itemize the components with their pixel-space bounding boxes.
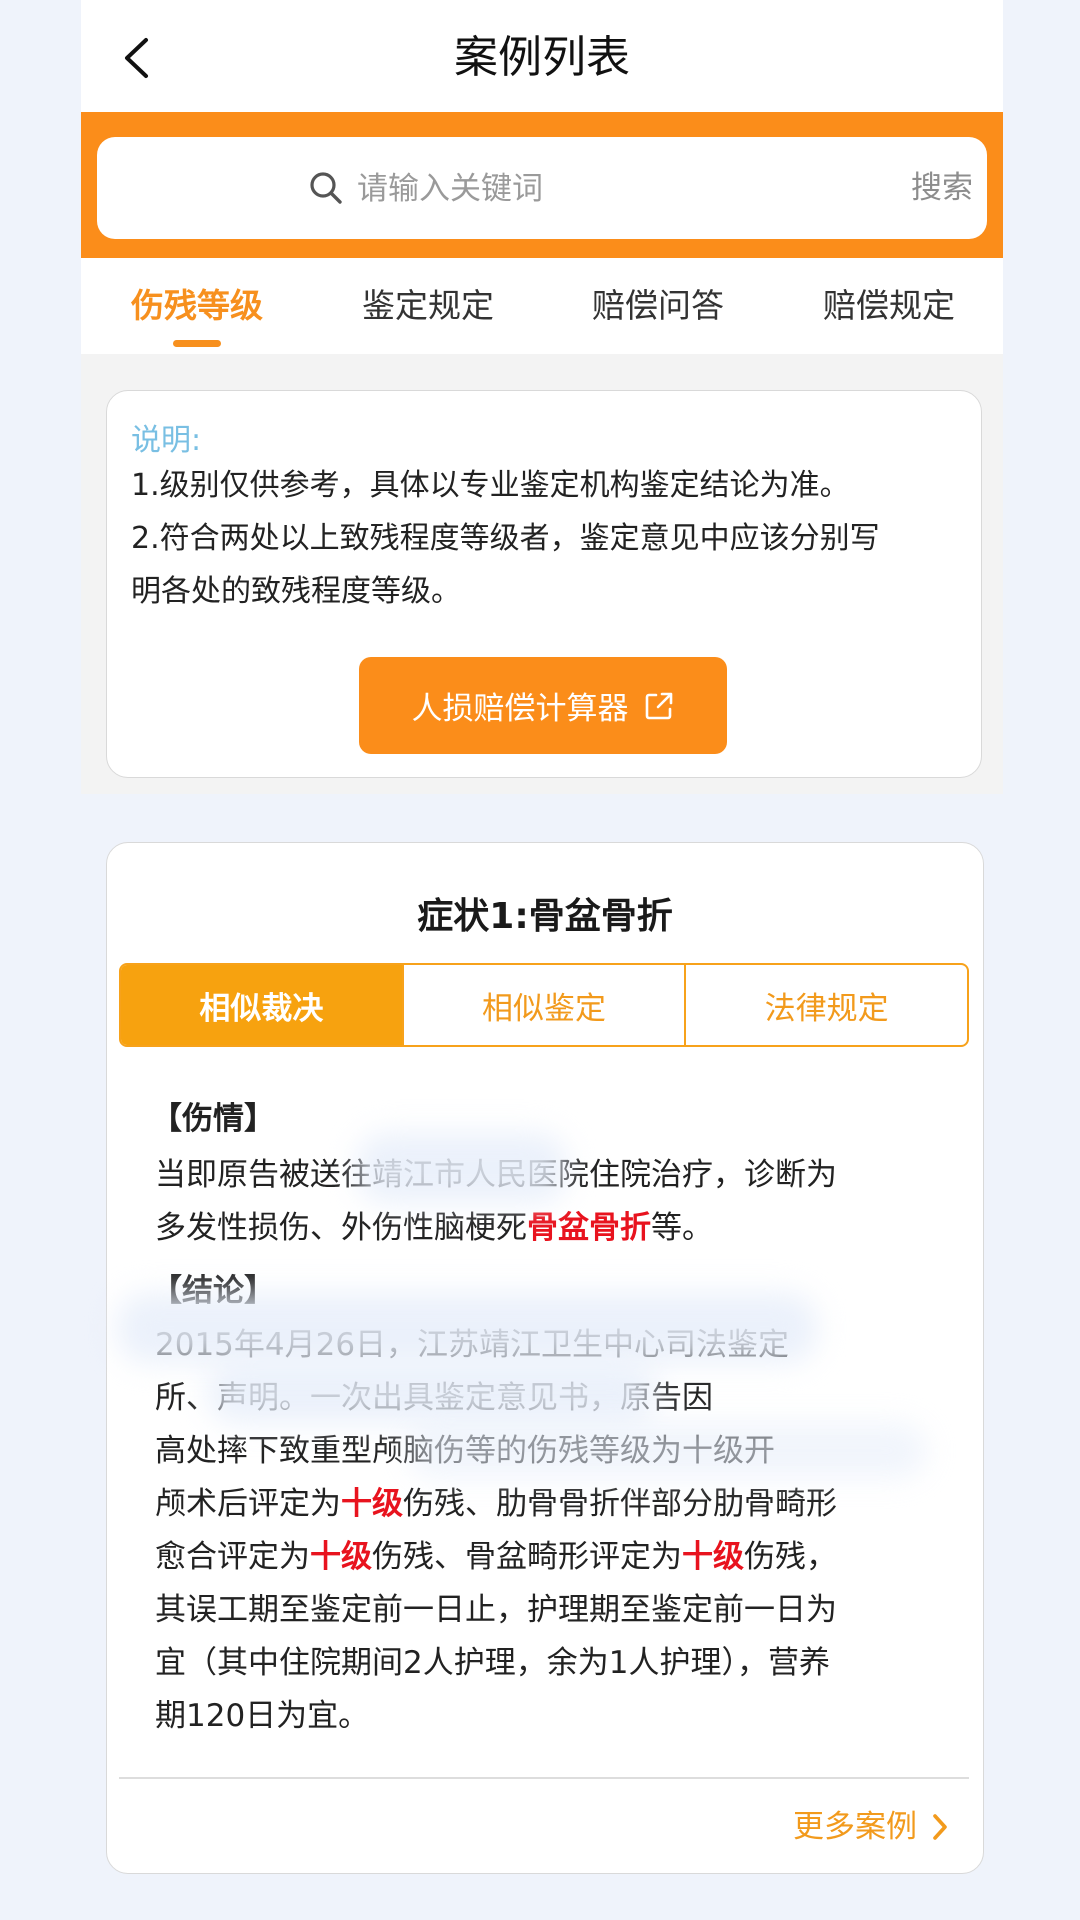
case-segment-control: 相似裁决 相似鉴定 法律规定 [119,963,969,1047]
category-tabs: 伤残等级 鉴定规定 赔偿问答 赔偿规定 [81,258,1003,354]
app-column: 案例列表 搜索 伤残等级 鉴定规定 赔偿问答 赔偿规定 说明: 1.级别仅供参考… [81,0,1003,1920]
nav-header: 案例列表 [81,0,1003,112]
page: 案例列表 搜索 伤残等级 鉴定规定 赔偿问答 赔偿规定 说明: 1.级别仅供参考… [0,0,1080,1920]
injury-heading: 【伤情】 [151,1101,275,1137]
conclusion-line-4: 颅术后评定为十级伤残、肋骨骨折伴部分肋骨畸形 [155,1478,945,1531]
notice-line-2a: 2.符合两处以上致残程度等级者，鉴定意见中应该分别写 [131,521,880,556]
highlight-grade: 十级 [341,1486,403,1522]
chevron-right-icon [933,1814,947,1840]
conclusion-line-5: 愈合评定为十级伤残、骨盆畸形评定为十级伤残， [155,1531,945,1584]
conclusion-text: 愈合评定为 [155,1539,310,1575]
compensation-calculator-button[interactable]: 人损赔偿计算器 [359,657,727,754]
search-button[interactable]: 搜索 [911,161,973,215]
segment-legal-rules[interactable]: 法律规定 [684,965,967,1045]
privacy-blur [207,1363,657,1423]
conclusion-text: 伤残， [744,1539,837,1575]
highlight-grade: 十级 [682,1539,744,1575]
search-box: 搜索 [97,137,987,239]
conclusion-text: 伤残、肋骨骨折伴部分肋骨畸形 [403,1486,837,1522]
notice-line-1: 1.级别仅供参考，具体以专业鉴定机构鉴定结论为准。 [131,468,850,503]
injury-line-2: 多发性损伤、外伤性脑梗死骨盆骨折等。 [155,1202,945,1255]
more-cases-label: 更多案例 [793,1809,917,1845]
tab-disability-grade[interactable]: 伤残等级 [97,284,297,328]
case-title: 症状1:骨盆骨折 [417,896,673,937]
more-cases-link[interactable]: 更多案例 [793,1803,949,1851]
search-band: 搜索 [81,112,1003,258]
tab-active-indicator [173,340,221,347]
notice-title: 说明: [131,423,202,458]
external-link-icon [645,692,672,719]
injury-text: 多发性损伤、外伤性脑梗死 [155,1210,527,1246]
search-input[interactable] [355,161,759,217]
conclusion-text: 伤残、骨盆畸形评定为 [372,1539,682,1575]
notice-card: 说明: 1.级别仅供参考，具体以专业鉴定机构鉴定结论为准。 2.符合两处以上致残… [106,390,982,778]
conclusion-line-8: 期120日为宜。 [155,1698,370,1734]
tab-appraisal-rules[interactable]: 鉴定规定 [328,284,528,328]
conclusion-text: 颅术后评定为 [155,1486,341,1522]
page-title: 案例列表 [454,32,630,83]
calculator-button-label: 人损赔偿计算器 [411,691,629,727]
injury-text: 等。 [651,1210,713,1246]
privacy-blur [357,1133,567,1203]
card-divider [119,1777,969,1779]
highlight-keyword: 骨盆骨折 [527,1210,651,1246]
notice-line-2b: 明各处的致残程度等级。 [131,574,461,609]
privacy-blur [407,1423,927,1478]
search-icon [310,172,342,204]
notice-section: 说明: 1.级别仅供参考，具体以专业鉴定机构鉴定结论为准。 2.符合两处以上致残… [81,354,1003,794]
tab-compensation-qa[interactable]: 赔偿问答 [558,284,758,328]
tab-compensation-rules[interactable]: 赔偿规定 [789,284,989,328]
conclusion-line-6: 其误工期至鉴定前一日止，护理期至鉴定前一日为 [155,1592,837,1628]
segment-similar-rulings[interactable]: 相似裁决 [121,965,402,1045]
segment-similar-appraisals[interactable]: 相似鉴定 [401,965,685,1045]
highlight-grade: 十级 [310,1539,372,1575]
case-card: 症状1:骨盆骨折 相似裁决 相似鉴定 法律规定 【伤情】 当即原告被送往靖江市人… [106,842,984,1874]
conclusion-line-7: 宜（其中住院期间2人护理，余为1人护理），营养 [155,1645,830,1681]
privacy-blur [117,1293,817,1363]
